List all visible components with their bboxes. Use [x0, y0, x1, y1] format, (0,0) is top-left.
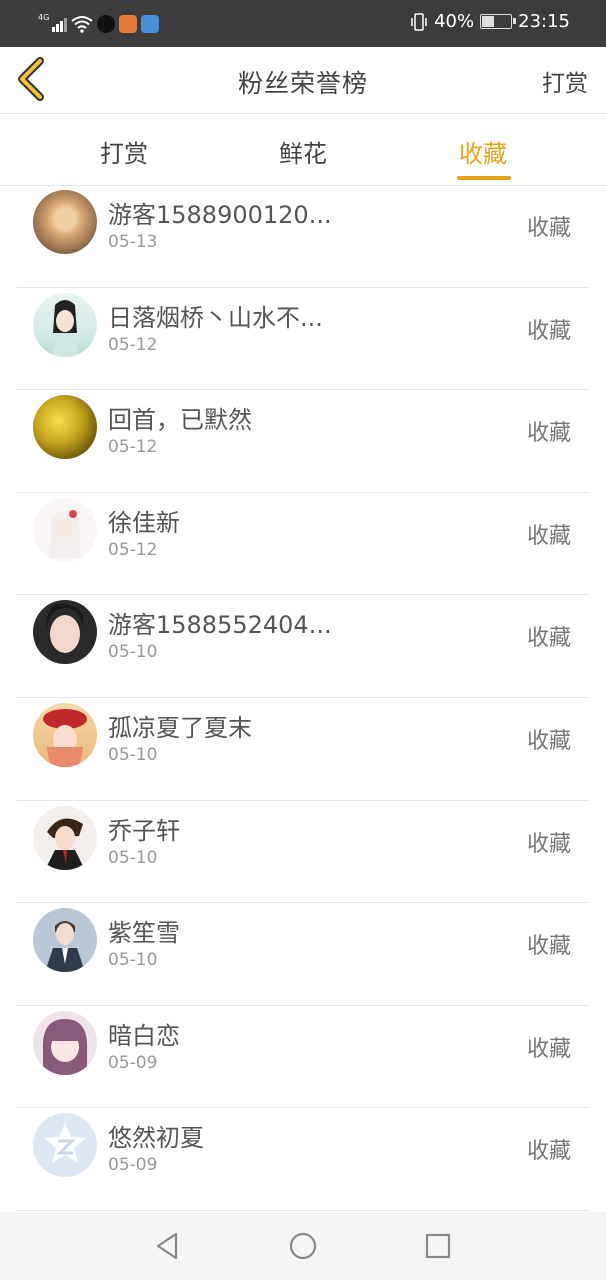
fan-name: 日落烟桥丶山水不...	[108, 303, 323, 332]
cat-avatar	[33, 190, 97, 254]
fan-action-label: 收藏	[526, 626, 571, 652]
fan-date: 05-10	[108, 642, 158, 663]
fan-date: 05-09	[108, 1052, 158, 1073]
fan-action-label: 收藏	[526, 216, 571, 241]
fan-list: 游客1588900120... 05-13 收藏 日落烟桥丶山水不... 05-…	[0, 185, 606, 1211]
list-item[interactable]: 徐佳新 05-12 收藏	[17, 493, 589, 596]
nav-home-icon[interactable]	[287, 1230, 319, 1262]
white-hair-girl-avatar	[33, 497, 97, 562]
battery-percent: 40%	[434, 11, 475, 32]
fan-name: 回首，已默然	[108, 406, 252, 435]
active-tab-indicator	[457, 176, 511, 180]
fan-action-label: 收藏	[526, 1036, 571, 1062]
vibrate-icon	[411, 12, 427, 31]
browser-app-icon	[141, 15, 159, 33]
default-qq-avatar	[33, 1113, 97, 1178]
fan-name: 游客1588900120...	[108, 201, 332, 229]
fan-date: 05-10	[108, 950, 158, 971]
golden-forest-avatar	[33, 395, 97, 460]
list-item[interactable]: 悠然初夏 05-09 收藏	[17, 1108, 589, 1211]
ancient-girl-avatar	[33, 292, 97, 357]
list-item[interactable]: 孤凉夏了夏末 05-10 收藏	[17, 698, 589, 801]
list-item[interactable]: 游客1588900120... 05-13 收藏	[17, 185, 589, 288]
tab-bar: 打赏 鲜花 收藏	[0, 114, 606, 186]
fan-date: 05-10	[108, 847, 158, 868]
fan-name: 悠然初夏	[108, 1124, 204, 1153]
fan-name: 乔子轩	[108, 816, 180, 845]
girl-photo-avatar	[33, 600, 97, 665]
fan-action-label: 收藏	[526, 523, 571, 549]
status-icons-left: 4G	[38, 12, 159, 36]
fan-date: 05-09	[108, 1155, 158, 1176]
list-item[interactable]: 暗白恋 05-09 收藏	[17, 1006, 589, 1109]
fan-action-label: 收藏	[526, 1139, 571, 1165]
fan-name: 暗白恋	[108, 1021, 180, 1050]
network-type-label: 4G	[38, 13, 50, 22]
status-bar: 4G 40% 23:15	[0, 0, 606, 47]
suit-man-avatar	[33, 908, 97, 973]
nav-back-icon[interactable]	[152, 1230, 184, 1262]
page-title: 粉丝荣誉榜	[237, 69, 368, 98]
cell-signal-icon: 4G	[38, 13, 67, 32]
fan-date: 05-12	[108, 437, 158, 458]
fan-action-label: 收藏	[526, 934, 571, 960]
tab-reward[interactable]: 打赏	[64, 134, 184, 169]
fan-action-label: 收藏	[526, 728, 571, 754]
tab-flowers[interactable]: 鲜花	[243, 134, 363, 169]
list-item[interactable]: 乔子轩 05-10 收藏	[17, 801, 589, 904]
fan-action-label: 收藏	[526, 831, 571, 857]
battery-icon	[480, 14, 517, 29]
reward-button[interactable]: 打赏	[542, 64, 588, 98]
fan-date: 05-12	[108, 539, 158, 560]
red-hat-girl-avatar	[33, 702, 97, 767]
fan-action-label: 收藏	[526, 421, 571, 447]
fan-date: 05-12	[108, 334, 158, 355]
nav-recents-icon[interactable]	[422, 1230, 454, 1262]
app-header: 粉丝荣誉榜 打赏	[0, 47, 606, 114]
tiktok-app-icon	[97, 15, 115, 33]
fan-name: 徐佳新	[108, 508, 180, 537]
fan-name: 紫笙雪	[108, 919, 180, 948]
list-item[interactable]: 游客1588552404... 05-10 收藏	[17, 595, 589, 698]
tab-favorites[interactable]: 收藏	[423, 134, 543, 169]
list-item[interactable]: 回首，已默然 05-12 收藏	[17, 390, 589, 493]
list-item[interactable]: 紫笙雪 05-10 收藏	[17, 903, 589, 1006]
clock: 23:15	[518, 11, 570, 32]
fan-date: 05-10	[108, 744, 158, 765]
fan-date: 05-13	[108, 232, 158, 252]
status-icons-right: 40% 23:15	[410, 11, 570, 32]
list-item[interactable]: 日落烟桥丶山水不... 05-12 收藏	[17, 288, 589, 391]
fan-name: 游客1588552404...	[108, 611, 332, 640]
anime-boy-avatar	[33, 805, 97, 870]
fan-action-label: 收藏	[526, 318, 571, 344]
wifi-icon	[71, 16, 93, 33]
system-nav-bar	[0, 1212, 606, 1280]
purple-hair-girl-avatar	[33, 1010, 97, 1075]
fan-name: 孤凉夏了夏末	[108, 713, 252, 742]
reading-app-icon	[119, 15, 137, 33]
